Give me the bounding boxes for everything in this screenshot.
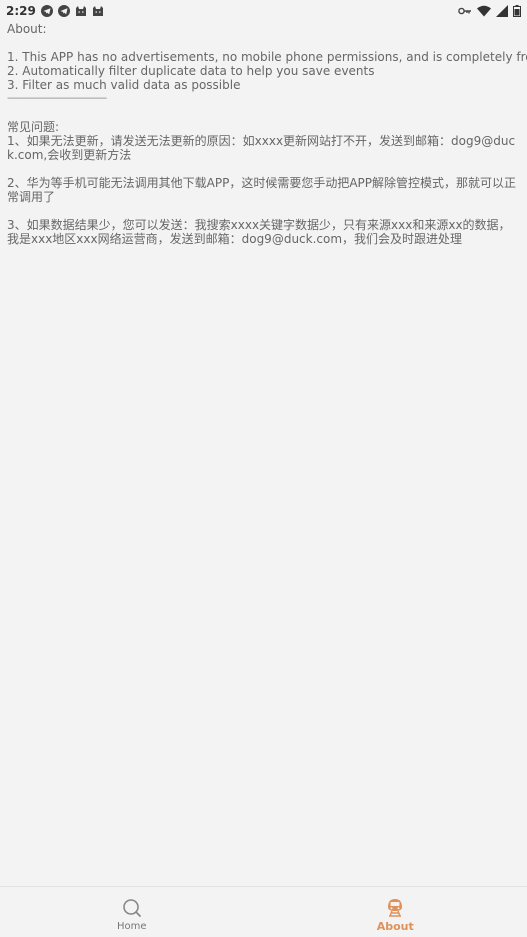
status-bar: 2:29: [0, 0, 527, 22]
about-title: About:: [7, 22, 47, 36]
search-icon: [122, 898, 141, 917]
faq-item-3: 3、如果数据结果少，您可以发送：我搜索xxxx关键字数据少，只有来源xxx和来源…: [7, 218, 511, 246]
train-icon: [388, 898, 403, 917]
signal-icon: [496, 5, 508, 17]
about-point-1: 1. This APP has no advertisements, no mo…: [7, 50, 527, 64]
faq-title: 常见问题:: [7, 120, 60, 134]
cat-icon: [75, 6, 86, 16]
about-point-2: 2. Automatically filter duplicate data t…: [7, 64, 375, 78]
about-content: About: 1. This APP has no advertisements…: [7, 22, 527, 246]
nav-home-label: Home: [116, 920, 147, 932]
text-divider: --------------------------------------: [7, 93, 107, 104]
status-bar-left: 2:29: [6, 4, 104, 18]
nav-about-tab[interactable]: About: [264, 887, 527, 937]
cat-icon: [92, 6, 103, 16]
wifi-icon: [477, 5, 491, 17]
about-point-3: 3. Filter as much valid data as possible: [7, 78, 241, 92]
faq-item-2: 2、华为等手机可能无法调用其他下载APP，这时候需要您手动把APP解除管控模式，…: [7, 176, 517, 204]
nav-about-label: About: [376, 919, 414, 933]
key-icon: [458, 7, 471, 15]
battery-icon: [513, 5, 521, 17]
telegram-icon: [40, 5, 53, 17]
nav-home-tab[interactable]: Home: [0, 887, 264, 937]
bottom-nav: Home About: [0, 886, 527, 937]
telegram-icon: [57, 5, 70, 17]
faq-item-1: 1、如果无法更新，请发送无法更新的原因：如xxxx更新网站打不开，发送到邮箱：d…: [7, 134, 516, 162]
status-time: 2:29: [6, 4, 36, 18]
status-bar-right: [458, 5, 521, 17]
app-screen: 2:29 About: 1. This APP has no advertise…: [0, 0, 527, 937]
